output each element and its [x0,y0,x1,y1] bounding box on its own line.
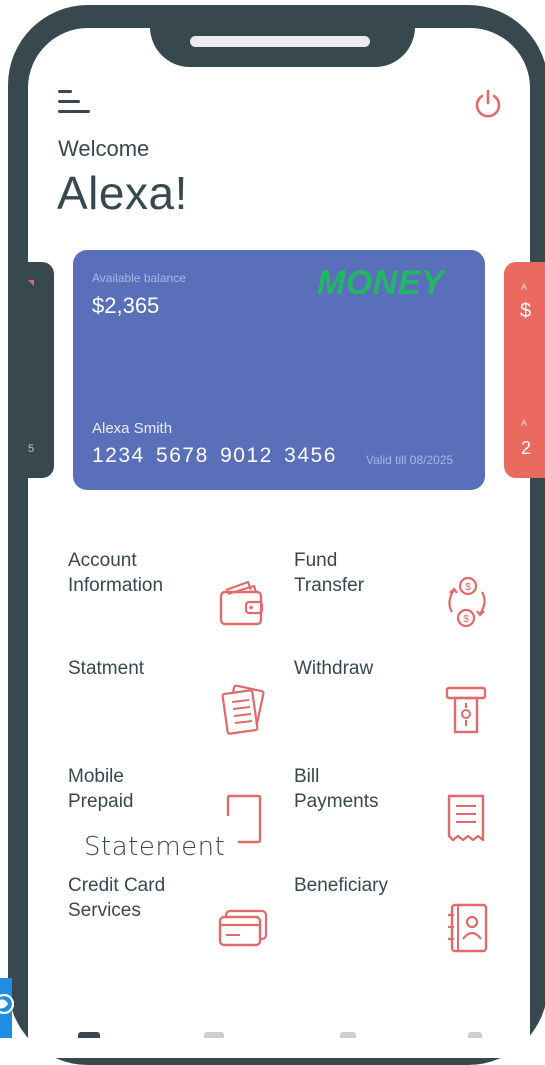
card-brand-logo: MONEY [317,264,445,302]
service-credit-card[interactable]: Credit Card Services [68,873,278,963]
menu-button[interactable] [58,88,92,116]
user-name: Alexa! [57,167,188,219]
card-holder-name: Alexa Smith [92,420,173,437]
service-label: Credit Card Services [68,875,166,921]
welcome-text: Welcome [58,136,150,161]
globe-icon[interactable] [0,990,14,1018]
service-beneficiary[interactable]: Beneficiary [294,873,494,963]
contact-book-icon [448,903,488,953]
service-label: Account Information [68,550,164,596]
card-marker-icon [28,280,34,286]
menu-icon-line [58,110,90,113]
statement-icon [221,684,265,735]
menu-icon [58,90,72,93]
balance-card[interactable]: Available balance $2,365 MONEY Alexa Smi… [73,250,485,490]
statement-overlay-label: Statement [84,832,226,862]
balance-amount: $2,365 [92,293,160,318]
atm-withdraw-icon [445,686,487,734]
service-account-information[interactable]: Account Information [68,548,278,638]
service-label: Mobile Prepaid [68,766,134,812]
service-statement[interactable]: Statment [68,656,278,746]
menu-icon-line [58,100,80,103]
mobile-phone-icon [226,794,262,844]
next-card-holder: A [521,418,528,428]
svg-text:$: $ [465,582,471,593]
bill-receipt-icon [447,794,485,842]
credit-card-icon [218,909,268,947]
card-valid-date: Valid till 08/2025 [366,453,454,467]
service-label: Beneficiary [294,875,388,896]
service-fund-transfer[interactable]: Fund Transfer $ $ [294,548,494,638]
previous-card-digit: 5 [28,443,35,455]
next-card-label: A [521,282,528,292]
service-label: Fund Transfer [294,550,365,596]
service-label: Bill Payments [294,766,379,812]
card-number: 1234 5678 9012 3456 [92,444,337,467]
power-icon [475,89,501,118]
nav-item-transfer[interactable] [340,1032,356,1038]
svg-text:$: $ [463,614,469,625]
power-button[interactable] [472,88,506,122]
service-withdraw[interactable]: Withdraw [294,656,494,746]
service-bill-payments[interactable]: Bill Payments [294,764,494,854]
next-card-number: 2 [521,438,532,458]
wallet-icon [219,580,264,626]
service-label: Statment [68,658,145,679]
nav-item-home[interactable] [78,1032,100,1038]
previous-card[interactable] [20,262,54,478]
service-label: Withdraw [294,658,374,679]
nav-item-profile[interactable] [468,1032,482,1038]
money-transfer-icon: $ $ [448,576,486,628]
nav-item-cards[interactable] [204,1032,224,1038]
next-card-balance: $ [520,300,532,322]
speaker-bar [190,36,370,47]
available-balance-label: Available balance [92,271,186,285]
